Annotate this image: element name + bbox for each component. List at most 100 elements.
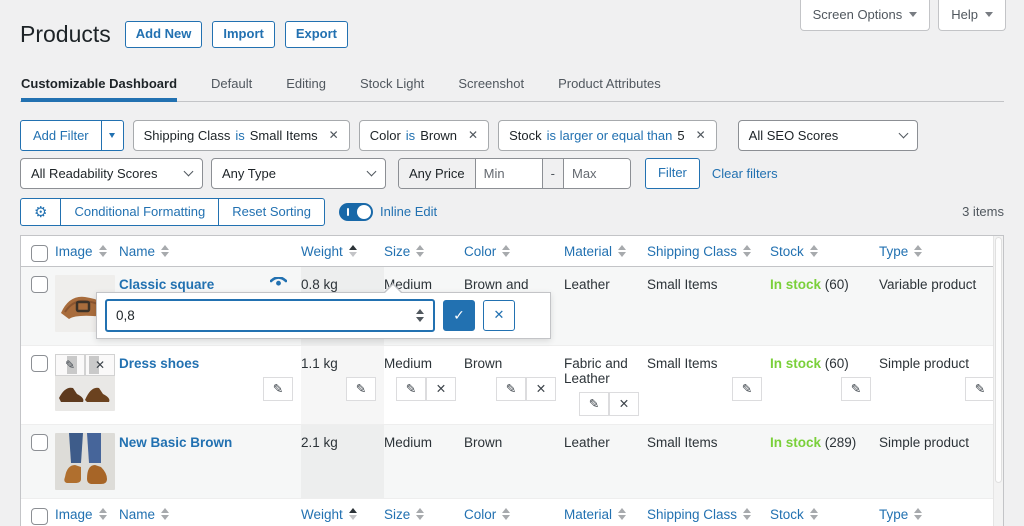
tab-default[interactable]: Default: [211, 70, 252, 101]
inline-clear-button[interactable]: ✕: [426, 376, 456, 401]
shipping-class-cell[interactable]: Small Items: [647, 266, 770, 345]
filter-chip-color[interactable]: Color is Brown ✕: [358, 119, 490, 151]
inline-clear-button[interactable]: ✕: [609, 391, 639, 416]
tab-screenshot[interactable]: Screenshot: [458, 70, 524, 101]
type-cell[interactable]: Simple product: [879, 356, 995, 371]
tab-customizable-dashboard[interactable]: Customizable Dashboard: [21, 70, 178, 102]
help-button[interactable]: Help: [938, 0, 1006, 31]
add-filter-dropdown-toggle[interactable]: [100, 120, 123, 150]
inline-clear-button[interactable]: ✕: [526, 376, 556, 401]
material-cell[interactable]: Leather: [564, 424, 647, 498]
inline-edit-pencil-button[interactable]: ✎: [579, 391, 609, 416]
inline-edit-pencil-button[interactable]: ✎: [346, 376, 376, 401]
column-footer-name[interactable]: Name: [119, 507, 295, 522]
column-footer-color[interactable]: Color: [464, 507, 558, 522]
material-cell[interactable]: Leather: [564, 266, 647, 345]
type-cell[interactable]: Simple product: [879, 424, 1003, 498]
tab-editing[interactable]: Editing: [286, 70, 326, 101]
cancel-edit-button[interactable]: ✕: [483, 299, 515, 331]
sort-asc-icon: [348, 508, 357, 521]
tab-stock-light[interactable]: Stock Light: [360, 70, 424, 101]
product-type-select[interactable]: Any Type: [211, 157, 386, 189]
column-footer-image[interactable]: Image: [55, 507, 113, 522]
column-header-color[interactable]: Color: [464, 244, 558, 259]
select-all-checkbox[interactable]: [31, 244, 48, 262]
tab-product-attributes[interactable]: Product Attributes: [558, 70, 661, 101]
inline-edit-toggle-wrap[interactable]: Inline Edit: [339, 202, 437, 221]
inline-edit-pencil-button[interactable]: ✎: [396, 376, 426, 401]
column-header-size[interactable]: Size: [384, 244, 458, 259]
type-cell[interactable]: Variable product: [879, 266, 1003, 345]
eye-icon[interactable]: [270, 276, 287, 288]
export-button[interactable]: Export: [284, 21, 349, 48]
column-footer-stock[interactable]: Stock: [770, 507, 873, 522]
column-footer-size[interactable]: Size: [384, 507, 458, 522]
stock-cell[interactable]: In stock (60): [770, 356, 871, 371]
column-header-material[interactable]: Material: [564, 244, 641, 259]
stock-cell[interactable]: In stock (289): [770, 424, 879, 498]
clear-filters-link[interactable]: Clear filters: [712, 166, 778, 181]
inline-edit-pencil-button[interactable]: ✎: [263, 376, 293, 401]
material-cell[interactable]: Fabric and Leather: [564, 356, 639, 386]
filter-chip-stock[interactable]: Stock is larger or equal than 5 ✕: [498, 119, 717, 151]
screen-options-button[interactable]: Screen Options: [799, 0, 931, 31]
remove-filter-icon[interactable]: ✕: [329, 128, 339, 142]
color-cell[interactable]: Brown: [464, 356, 556, 371]
number-stepper[interactable]: [407, 308, 433, 322]
select-all-checkbox[interactable]: [31, 507, 48, 525]
row-checkbox[interactable]: [31, 433, 48, 451]
column-header-image[interactable]: Image: [55, 244, 113, 259]
sort-icon: [618, 245, 627, 258]
vertical-scrollbar[interactable]: [993, 235, 1003, 526]
inline-edit-pencil-button[interactable]: ✎: [496, 376, 526, 401]
size-cell[interactable]: Medium: [384, 356, 456, 371]
add-new-button[interactable]: Add New: [124, 21, 203, 48]
filter-button[interactable]: Filter: [644, 157, 700, 189]
weight-edit-input[interactable]: [107, 307, 407, 323]
import-button[interactable]: Import: [212, 21, 275, 48]
add-filter-button[interactable]: Add Filter: [21, 121, 101, 150]
column-footer-weight[interactable]: Weight: [301, 507, 378, 522]
product-name-link[interactable]: New Basic Brown: [119, 435, 232, 450]
column-header-type[interactable]: Type: [879, 244, 997, 259]
confirm-edit-button[interactable]: ✓: [443, 299, 475, 331]
seo-scores-select[interactable]: All SEO Scores: [737, 119, 918, 151]
price-max-input[interactable]: [563, 158, 630, 188]
table-toolbar: ⚙ Conditional Formatting Reset Sorting I…: [20, 197, 1004, 226]
stock-cell[interactable]: In stock (60): [770, 266, 879, 345]
inline-edit-pencil-button[interactable]: ✎: [732, 376, 762, 401]
weight-cell[interactable]: 2.1 kg: [301, 424, 384, 498]
readability-scores-select[interactable]: All Readability Scores: [20, 157, 203, 189]
shipping-class-cell[interactable]: Small Items: [647, 356, 762, 371]
image-edit-pencil-button[interactable]: ✎: [55, 353, 85, 376]
column-header-shipping-class[interactable]: Shipping Class: [647, 244, 764, 259]
column-header-stock[interactable]: Stock: [770, 244, 873, 259]
inline-edit-pencil-button[interactable]: ✎: [841, 376, 871, 401]
remove-filter-icon[interactable]: ✕: [468, 128, 478, 142]
column-header-name[interactable]: Name: [119, 244, 295, 259]
product-name-link[interactable]: Classic square: [119, 277, 214, 292]
vertical-scrollbar-thumb[interactable]: [995, 236, 1002, 483]
column-header-weight[interactable]: Weight: [301, 244, 378, 259]
inline-edit-popup: ✓ ✕: [96, 283, 551, 339]
inline-edit-toggle[interactable]: [339, 202, 374, 221]
size-cell[interactable]: Medium: [384, 424, 464, 498]
row-checkbox[interactable]: [31, 354, 48, 372]
column-footer-shipping-class[interactable]: Shipping Class: [647, 507, 764, 522]
color-cell[interactable]: Brown: [464, 424, 564, 498]
weight-cell[interactable]: 1.1 kg: [301, 356, 376, 371]
settings-button[interactable]: ⚙: [21, 198, 62, 225]
image-remove-button[interactable]: ✕: [85, 353, 115, 376]
inline-edit-pencil-button[interactable]: ✎: [965, 376, 995, 401]
shipping-class-cell[interactable]: Small Items: [647, 424, 770, 498]
remove-filter-icon[interactable]: ✕: [696, 128, 706, 142]
reset-sorting-button[interactable]: Reset Sorting: [219, 199, 324, 225]
column-footer-type[interactable]: Type: [879, 507, 997, 522]
conditional-formatting-button[interactable]: Conditional Formatting: [61, 198, 220, 225]
filter-chip-shipping-class[interactable]: Shipping Class is Small Items ✕: [132, 119, 350, 151]
product-name-link[interactable]: Dress shoes: [119, 356, 199, 371]
row-checkbox[interactable]: [31, 275, 48, 293]
column-footer-material[interactable]: Material: [564, 507, 641, 522]
table-tools-group: ⚙ Conditional Formatting Reset Sorting: [20, 197, 326, 226]
price-min-input[interactable]: [475, 158, 542, 188]
